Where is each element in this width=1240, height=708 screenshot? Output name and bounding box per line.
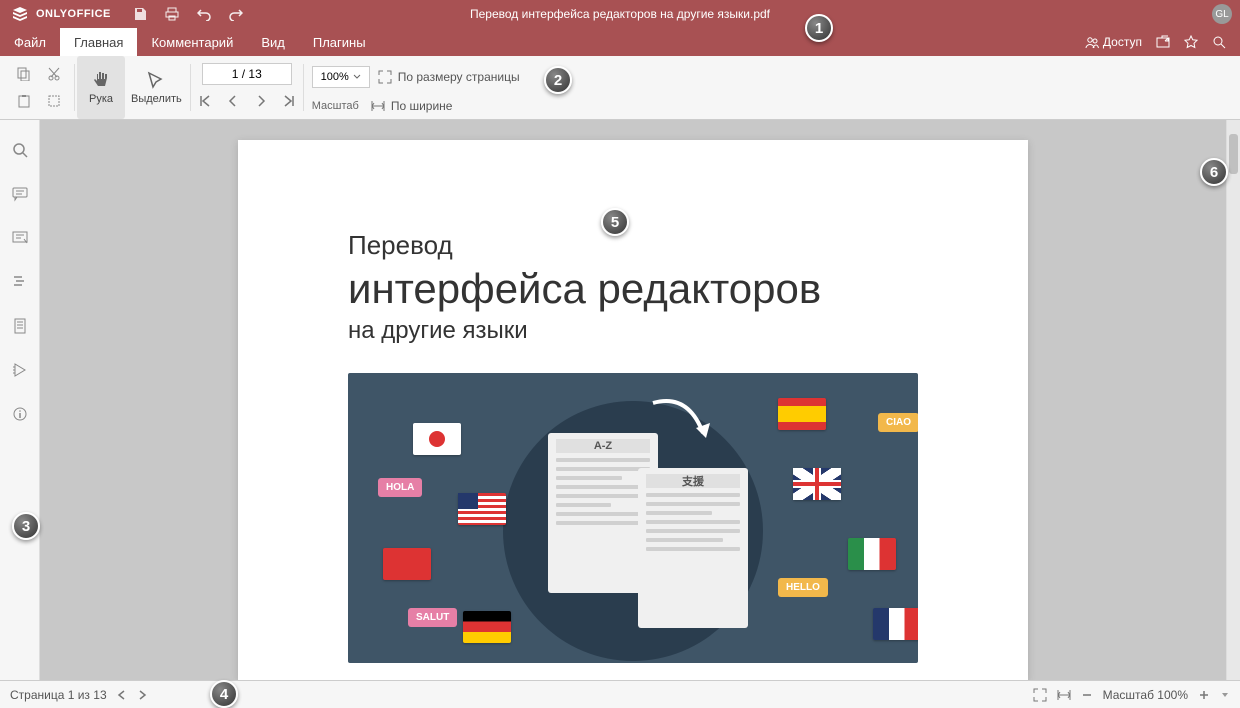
app-logo-icon [12, 6, 28, 22]
fit-page-button[interactable]: По размеру страницы [378, 70, 520, 84]
page-number-input[interactable] [202, 63, 292, 85]
document-page: Перевод интерфейса редакторов на другие … [238, 140, 1028, 680]
print-button[interactable] [165, 7, 179, 21]
share-button[interactable]: Доступ [1085, 35, 1142, 49]
flag-italy [848, 538, 896, 570]
left-sidebar [0, 120, 40, 680]
select-tool-label: Выделить [131, 93, 182, 105]
flag-france [873, 608, 918, 640]
scroll-thumb[interactable] [1229, 134, 1238, 174]
status-page-text: Страница 1 из 13 [10, 688, 107, 702]
quick-access-toolbar [123, 7, 253, 21]
last-page-button[interactable] [283, 94, 295, 112]
annotation-marker-3: 3 [12, 512, 40, 540]
tab-plugins[interactable]: Плагины [299, 28, 380, 56]
user-avatar[interactable]: GL [1212, 4, 1232, 24]
app-name: ONLYOFFICE [36, 8, 111, 20]
home-toolbar: Рука Выделить 100% По размеру страницы М… [0, 56, 1240, 120]
flag-japan [413, 423, 461, 455]
first-page-button[interactable] [199, 94, 211, 112]
bubble-hola: HOLA [378, 478, 422, 497]
zoom-dropdown[interactable]: 100% [312, 66, 370, 88]
tab-file[interactable]: Файл [0, 28, 60, 56]
redo-button[interactable] [229, 7, 243, 21]
document-title: Перевод интерфейса редакторов на другие … [470, 7, 770, 21]
flag-uk [793, 468, 841, 500]
flag-germany [463, 611, 511, 643]
status-prev-page[interactable] [117, 690, 127, 700]
sheet-az-title: A-Z [556, 439, 650, 453]
bubble-hello: HELLO [778, 578, 828, 597]
hand-tool-button[interactable]: Рука [77, 56, 125, 119]
title-bar: ONLYOFFICE Перевод интерфейса редакторов… [0, 0, 1240, 28]
annotation-marker-5: 5 [601, 208, 629, 236]
doc-heading-line2: интерфейса редакторов [348, 265, 918, 313]
document-canvas[interactable]: Перевод интерфейса редакторов на другие … [40, 120, 1226, 680]
sheet-cjk-title: 支援 [646, 474, 740, 488]
status-zoom-in[interactable] [1198, 689, 1210, 701]
sidebar-chat-icon[interactable] [8, 226, 32, 250]
fit-width-button[interactable]: По ширине [371, 99, 453, 113]
zoom-label: Масштаб [312, 100, 359, 112]
status-fit-width[interactable] [1057, 688, 1071, 702]
tab-view[interactable]: Вид [247, 28, 299, 56]
header-right-actions: Доступ [1071, 35, 1240, 49]
sidebar-comments-icon[interactable] [8, 182, 32, 206]
fit-page-label: По размеру страницы [398, 70, 520, 84]
annotation-marker-2: 2 [544, 66, 572, 94]
doc-heading-line3: на другие языки [348, 317, 918, 345]
content-area: Перевод интерфейса редакторов на другие … [0, 120, 1240, 680]
tab-home[interactable]: Главная [60, 28, 137, 56]
logo: ONLYOFFICE [0, 6, 123, 22]
select-all-button[interactable] [42, 89, 66, 113]
flag-spain [778, 398, 826, 430]
status-next-page[interactable] [137, 690, 147, 700]
annotation-marker-1: 1 [805, 14, 833, 42]
fit-width-label: По ширине [391, 99, 453, 113]
status-zoom-out[interactable] [1081, 689, 1093, 701]
sidebar-thumbnails-icon[interactable] [8, 314, 32, 338]
favorite-button[interactable] [1184, 35, 1198, 49]
status-fit-page[interactable] [1033, 688, 1047, 702]
bubble-ciao: CIAO [878, 413, 918, 432]
tab-comment[interactable]: Комментарий [137, 28, 247, 56]
paste-button[interactable] [12, 89, 36, 113]
search-button[interactable] [1212, 35, 1226, 49]
cut-button[interactable] [42, 62, 66, 86]
clipboard-group [6, 56, 72, 119]
doc-heading-line1: Перевод [348, 230, 918, 261]
share-label: Доступ [1103, 35, 1142, 49]
zoom-value: 100% [321, 71, 349, 83]
bubble-salut: SALUT [408, 608, 457, 627]
open-location-button[interactable] [1156, 35, 1170, 49]
select-tool-button[interactable]: Выделить [125, 56, 188, 119]
annotation-marker-6: 6 [1200, 158, 1228, 186]
status-bar: Страница 1 из 13 Масштаб 100% [0, 680, 1240, 708]
prev-page-button[interactable] [227, 94, 239, 112]
flag-usa [458, 493, 506, 525]
sidebar-search-icon[interactable] [8, 138, 32, 162]
sidebar-feedback-icon[interactable] [8, 358, 32, 382]
copy-button[interactable] [12, 62, 36, 86]
status-scroll-down[interactable] [1220, 690, 1230, 700]
vertical-scrollbar[interactable] [1226, 120, 1240, 680]
save-button[interactable] [133, 7, 147, 21]
sidebar-about-icon[interactable] [8, 402, 32, 426]
sidebar-navigation-icon[interactable] [8, 270, 32, 294]
annotation-marker-4: 4 [210, 680, 238, 708]
next-page-button[interactable] [255, 94, 267, 112]
status-zoom-text: Масштаб 100% [1103, 688, 1188, 702]
flag-china [383, 548, 431, 580]
illustration: A-Z 支援 [348, 373, 918, 663]
undo-button[interactable] [197, 7, 211, 21]
menu-tabs: Файл Главная Комментарий Вид Плагины Дос… [0, 28, 1240, 56]
hand-tool-label: Рука [89, 93, 113, 105]
